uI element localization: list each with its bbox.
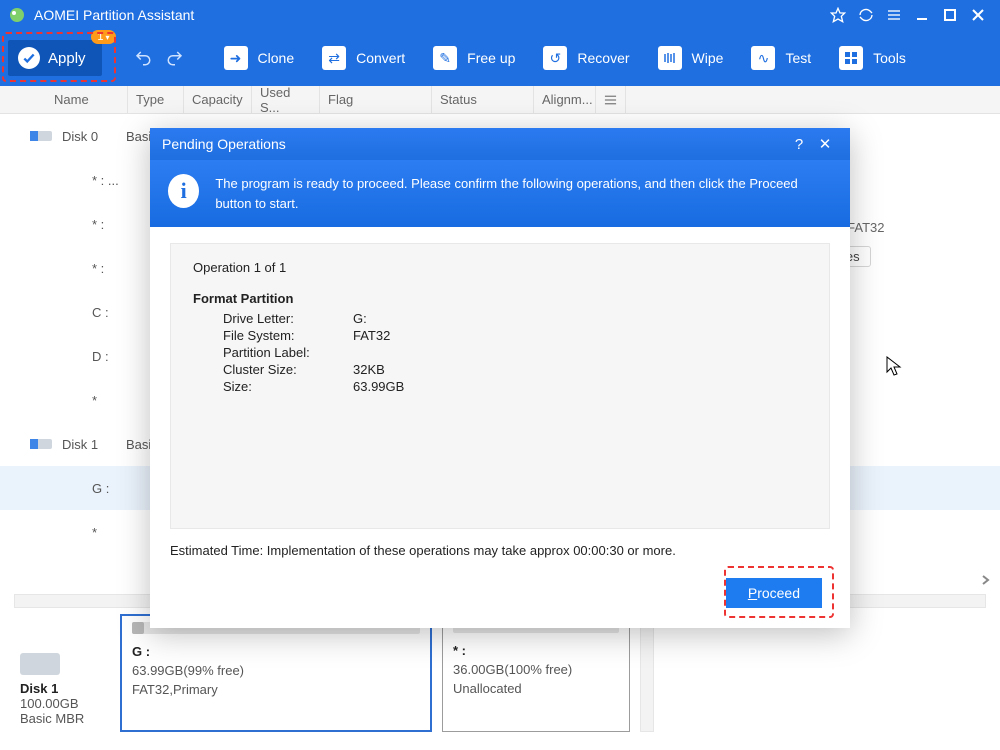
expand-chevron-icon[interactable] <box>980 574 992 586</box>
titlebar: AOMEI Partition Assistant <box>0 0 1000 30</box>
row-name: G : <box>92 481 152 496</box>
disk-name: Disk 1 <box>20 681 104 696</box>
column-headers: Name Type Capacity Used S... Flag Status… <box>0 86 1000 114</box>
main-toolbar: Apply 1▾ ➜Clone ⇄Convert ✎Free up ↺Recov… <box>0 30 1000 86</box>
partition-label: * : <box>453 643 619 658</box>
disk-size: 100.00GB <box>20 696 104 711</box>
toolbar-convert[interactable]: ⇄Convert <box>322 46 405 70</box>
row-name: * : <box>92 261 152 276</box>
col-align[interactable]: Alignm... <box>534 86 596 113</box>
recover-icon: ↺ <box>543 46 567 70</box>
menu-icon[interactable] <box>880 1 908 29</box>
col-capacity[interactable]: Capacity <box>184 86 252 113</box>
dialog-title: Pending Operations <box>162 136 786 152</box>
partition-label: G : <box>132 644 420 659</box>
maximize-button[interactable] <box>936 1 964 29</box>
app-title: AOMEI Partition Assistant <box>34 7 824 23</box>
partition-size: 36.00GB(100% free) <box>453 662 619 677</box>
estimated-time: Estimated Time: Implementation of these … <box>170 543 830 558</box>
operations-panel: Operation 1 of 1 Format Partition Drive … <box>170 243 830 529</box>
wipe-icon <box>658 46 682 70</box>
toolbar-test[interactable]: ∿Test <box>751 46 811 70</box>
partition-size: 63.99GB(99% free) <box>132 663 420 678</box>
disk-icon <box>20 653 60 675</box>
redo-button[interactable] <box>166 49 184 67</box>
apply-button[interactable]: Apply <box>8 40 102 76</box>
proceed-button[interactable]: Proceed <box>726 578 822 608</box>
pending-operations-dialog: Pending Operations ? ✕ i The program is … <box>150 128 850 628</box>
partition-fs: Unallocated <box>453 681 619 696</box>
operation-title: Format Partition <box>193 291 807 306</box>
col-flag[interactable]: Flag <box>320 86 432 113</box>
disk-map-partition-g[interactable]: G : 63.99GB(99% free) FAT32,Primary <box>120 614 432 732</box>
minimize-button[interactable] <box>908 1 936 29</box>
pending-count-badge: 1▾ <box>91 30 115 44</box>
operation-count: Operation 1 of 1 <box>193 260 807 275</box>
row-name: * <box>92 393 152 408</box>
dialog-help-button[interactable]: ? <box>786 136 812 153</box>
tools-icon <box>839 46 863 70</box>
col-name[interactable]: Name <box>0 86 128 113</box>
row-name: C : <box>92 305 152 320</box>
row-name: * : <box>92 217 152 232</box>
vertical-scrollbar[interactable] <box>640 614 654 732</box>
freeup-icon: ✎ <box>433 46 457 70</box>
toolbar-clone[interactable]: ➜Clone <box>224 46 295 70</box>
disk-icon <box>30 128 54 144</box>
row-name: * : ... <box>92 173 152 188</box>
col-used[interactable]: Used S... <box>252 86 320 113</box>
col-type[interactable]: Type <box>128 86 184 113</box>
info-icon: i <box>168 174 199 208</box>
toolbar-freeup[interactable]: ✎Free up <box>433 46 515 70</box>
app-logo-icon <box>8 6 26 24</box>
dialog-message: The program is ready to proceed. Please … <box>215 174 832 213</box>
disk-icon <box>30 436 54 452</box>
row-type: Basi <box>126 129 151 144</box>
close-button[interactable] <box>964 1 992 29</box>
dialog-titlebar: Pending Operations ? ✕ <box>150 128 850 160</box>
convert-icon: ⇄ <box>322 46 346 70</box>
toolbar-tools[interactable]: Tools <box>839 46 906 70</box>
operation-details: Drive Letter:G: File System:FAT32 Partit… <box>223 310 404 395</box>
disk-map-partition-unalloc[interactable]: * : 36.00GB(100% free) Unallocated <box>442 614 630 732</box>
apply-label: Apply <box>48 50 86 67</box>
refresh-icon[interactable] <box>852 1 880 29</box>
dialog-close-button[interactable]: ✕ <box>812 135 838 153</box>
row-name: Disk 0 <box>62 129 122 144</box>
test-icon: ∿ <box>751 46 775 70</box>
disk-map: Disk 1 100.00GB Basic MBR G : 63.99GB(99… <box>14 614 986 732</box>
col-more-icon[interactable] <box>596 86 626 113</box>
toolbar-recover[interactable]: ↺Recover <box>543 46 629 70</box>
check-icon <box>18 47 40 69</box>
undo-button[interactable] <box>134 49 152 67</box>
favorite-icon[interactable] <box>824 1 852 29</box>
row-name: * <box>92 525 152 540</box>
partition-fs: FAT32,Primary <box>132 682 420 697</box>
row-name: Disk 1 <box>62 437 122 452</box>
clone-icon: ➜ <box>224 46 248 70</box>
disk-map-disk[interactable]: Disk 1 100.00GB Basic MBR <box>14 614 110 732</box>
col-status[interactable]: Status <box>432 86 534 113</box>
disk-style: Basic MBR <box>20 711 104 726</box>
row-name: D : <box>92 349 152 364</box>
row-type: Basi <box>126 437 151 452</box>
toolbar-wipe[interactable]: Wipe <box>658 46 724 70</box>
dialog-banner: i The program is ready to proceed. Pleas… <box>150 160 850 227</box>
